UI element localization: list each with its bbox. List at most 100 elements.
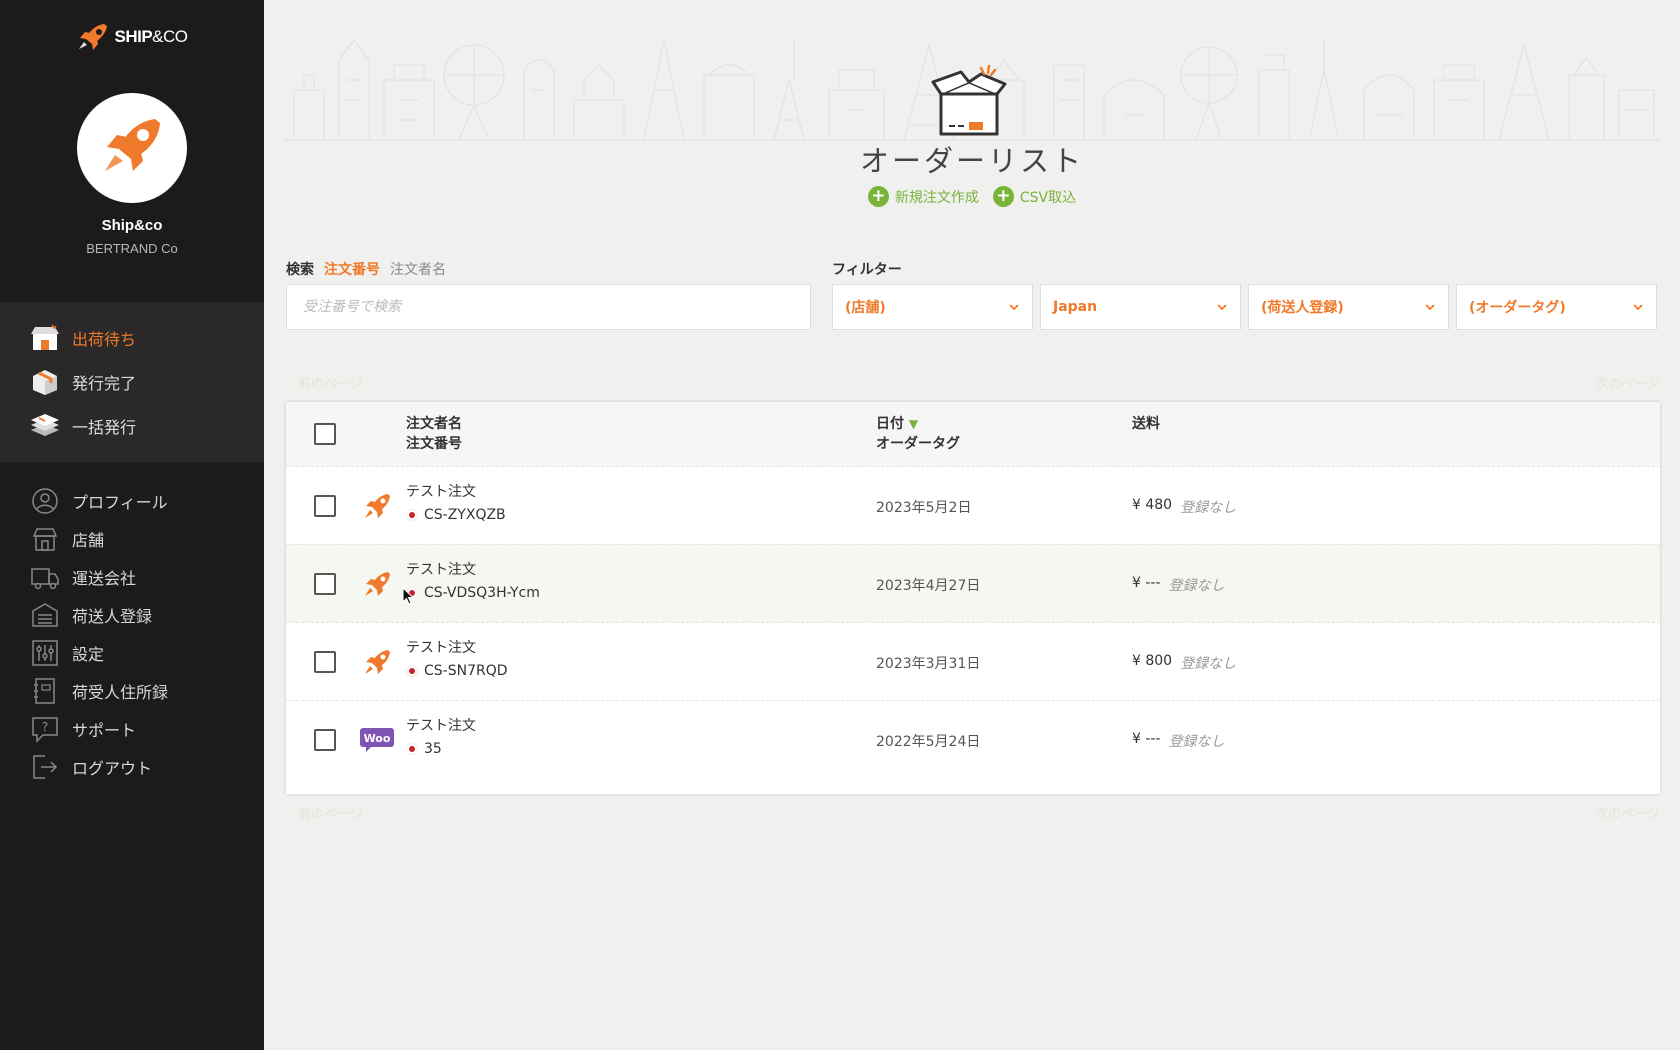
table-row[interactable]: テスト注文 CS-VDSQ3H-Ycm 2023年4月27日 ¥ --- 登録なし bbox=[286, 544, 1660, 622]
header-order-number: 注文番号 bbox=[406, 436, 462, 452]
shipping-fee: ¥ 480 登録なし bbox=[1132, 497, 1237, 516]
nav-item-shippers[interactable]: 荷送人登録 bbox=[0, 596, 264, 634]
new-order-button[interactable]: + 新規注文作成 bbox=[867, 186, 979, 207]
order-date: 2023年4月27日 bbox=[876, 578, 981, 594]
rocket-icon bbox=[360, 490, 394, 522]
customer-name[interactable]: テスト注文 bbox=[406, 559, 476, 579]
japan-flag-icon bbox=[406, 743, 418, 755]
nav-label: 出荷待ち bbox=[72, 330, 137, 349]
nav-label: 発行完了 bbox=[72, 374, 137, 393]
search-input[interactable] bbox=[286, 284, 811, 330]
row-checkbox[interactable] bbox=[314, 729, 336, 751]
order-date: 2022年5月24日 bbox=[876, 734, 981, 750]
plus-circle-icon: + bbox=[992, 186, 1014, 207]
table-header: 注文者名 注文番号 日付 ▼ オーダータグ 送料 bbox=[286, 402, 1660, 466]
order-date: 2023年3月31日 bbox=[876, 656, 981, 672]
shop-subtitle: BERTRAND Co bbox=[86, 241, 178, 256]
chevron-down-icon bbox=[1217, 304, 1227, 311]
table-row[interactable]: テスト注文 CS-ZYXQZB 2023年5月2日 ¥ 480 登録なし bbox=[286, 466, 1660, 544]
chevron-down-icon bbox=[1633, 304, 1643, 311]
nav-item-pending[interactable]: 出荷待ち bbox=[0, 316, 264, 360]
nav-item-support[interactable]: ? サポート bbox=[0, 710, 264, 748]
nav-label: 運送会社 bbox=[72, 569, 137, 588]
nav-label: プロフィール bbox=[72, 493, 168, 512]
prev-page-link-top[interactable]: 前のページ bbox=[298, 373, 363, 392]
warehouse-icon bbox=[28, 600, 62, 630]
truck-icon bbox=[28, 562, 62, 592]
rocket-icon bbox=[105, 119, 160, 171]
new-order-label: 新規注文作成 bbox=[894, 189, 979, 206]
filter-shipper-select[interactable]: (荷送人登録) bbox=[1248, 284, 1449, 330]
select-value: (荷送人登録) bbox=[1261, 300, 1344, 316]
customer-name[interactable]: テスト注文 bbox=[406, 481, 476, 501]
select-value: Japan bbox=[1053, 299, 1098, 315]
rocket-icon bbox=[360, 646, 394, 678]
user-icon bbox=[28, 486, 62, 516]
nav-label: 店舗 bbox=[72, 531, 105, 550]
search-label-row: 検索 注文番号 注文者名 bbox=[286, 259, 446, 279]
open-box-icon bbox=[931, 64, 1007, 136]
woo-icon: Woo bbox=[360, 724, 394, 756]
order-number[interactable]: CS-SN7RQD bbox=[406, 663, 508, 679]
order-number[interactable]: CS-ZYXQZB bbox=[406, 507, 506, 523]
shop-icon bbox=[28, 524, 62, 554]
nav-item-shops[interactable]: 店舗 bbox=[0, 520, 264, 558]
rocket-icon bbox=[360, 568, 394, 600]
header-actions: + 新規注文作成 + CSV取込 bbox=[264, 186, 1680, 207]
sort-down-icon[interactable]: ▼ bbox=[909, 417, 918, 431]
order-number[interactable]: 35 bbox=[406, 741, 442, 757]
filter-country-select[interactable]: Japan bbox=[1040, 284, 1241, 330]
store-icon bbox=[28, 323, 62, 353]
header-date[interactable]: 日付 ▼ bbox=[876, 414, 960, 434]
nav-item-bulk[interactable]: 一括発行 bbox=[0, 404, 264, 448]
row-checkbox[interactable] bbox=[314, 573, 336, 595]
header-order-tag: オーダータグ bbox=[876, 436, 960, 452]
header-customer: 注文者名 bbox=[406, 416, 462, 432]
prev-page-link-bottom[interactable]: 前のページ bbox=[298, 803, 363, 822]
shop-avatar[interactable] bbox=[77, 93, 187, 203]
filter-tag-select[interactable]: (オーダータグ) bbox=[1456, 284, 1657, 330]
row-checkbox[interactable] bbox=[314, 651, 336, 673]
shipping-fee: ¥ --- 登録なし bbox=[1132, 575, 1225, 594]
nav-item-issued[interactable]: 発行完了 bbox=[0, 360, 264, 404]
search-tab-customer-name[interactable]: 注文者名 bbox=[390, 259, 446, 279]
nav-item-profile[interactable]: プロフィール bbox=[0, 482, 264, 520]
header-shipping-fee: 送料 bbox=[1132, 416, 1160, 432]
csv-import-button[interactable]: + CSV取込 bbox=[992, 186, 1076, 207]
nav-item-carriers[interactable]: 運送会社 bbox=[0, 558, 264, 596]
logout-icon bbox=[28, 752, 62, 782]
plus-circle-icon: + bbox=[867, 186, 889, 207]
nav-secondary: プロフィール 店舗 運送会社 荷送人登録 設定 荷受人住所録 ? サポート ログ bbox=[0, 482, 264, 786]
order-number[interactable]: CS-VDSQ3H-Ycm bbox=[406, 585, 540, 601]
filter-shop-select[interactable]: (店舗) bbox=[832, 284, 1033, 330]
header-customer-order: 注文者名 注文番号 bbox=[406, 414, 462, 454]
japan-flag-icon bbox=[406, 509, 418, 521]
nav-item-logout[interactable]: ログアウト bbox=[0, 748, 264, 786]
search-tab-order-number[interactable]: 注文番号 bbox=[324, 259, 380, 279]
sidebar: SHIP&CO Ship&co BERTRAND Co 出荷待ち 発行完了 一括… bbox=[0, 0, 264, 1050]
nav-label: サポート bbox=[72, 721, 137, 740]
filter-label: フィルター bbox=[832, 262, 902, 278]
nav-item-settings[interactable]: 設定 bbox=[0, 634, 264, 672]
orders-table: 注文者名 注文番号 日付 ▼ オーダータグ 送料 テスト注文 CS-ZYXQZB… bbox=[286, 402, 1660, 794]
box-icon bbox=[28, 367, 62, 397]
page-title: オーダーリスト bbox=[859, 144, 1084, 178]
table-row[interactable]: テスト注文 CS-SN7RQD 2023年3月31日 ¥ 800 登録なし bbox=[286, 622, 1660, 700]
nav-label: ログアウト bbox=[72, 759, 153, 778]
app-logo[interactable]: SHIP&CO bbox=[0, 22, 264, 52]
shop-name: Ship&co bbox=[101, 217, 163, 234]
table-row[interactable]: Woo テスト注文 35 2022年5月24日 ¥ --- 登録なし bbox=[286, 700, 1660, 778]
customer-name[interactable]: テスト注文 bbox=[406, 637, 476, 657]
mouse-cursor-icon bbox=[402, 587, 415, 605]
row-checkbox[interactable] bbox=[314, 495, 336, 517]
nav-item-address-book[interactable]: 荷受人住所録 bbox=[0, 672, 264, 710]
chevron-down-icon bbox=[1425, 304, 1435, 311]
nav-label: 荷受人住所録 bbox=[72, 683, 169, 702]
search-label: 検索 bbox=[286, 262, 314, 278]
next-page-link-bottom[interactable]: 次のページ bbox=[1595, 803, 1660, 822]
japan-flag-icon bbox=[406, 665, 418, 677]
order-date: 2023年5月2日 bbox=[876, 500, 972, 516]
next-page-link-top[interactable]: 次のページ bbox=[1595, 373, 1660, 392]
customer-name[interactable]: テスト注文 bbox=[406, 715, 476, 735]
select-all-checkbox[interactable] bbox=[314, 423, 336, 445]
